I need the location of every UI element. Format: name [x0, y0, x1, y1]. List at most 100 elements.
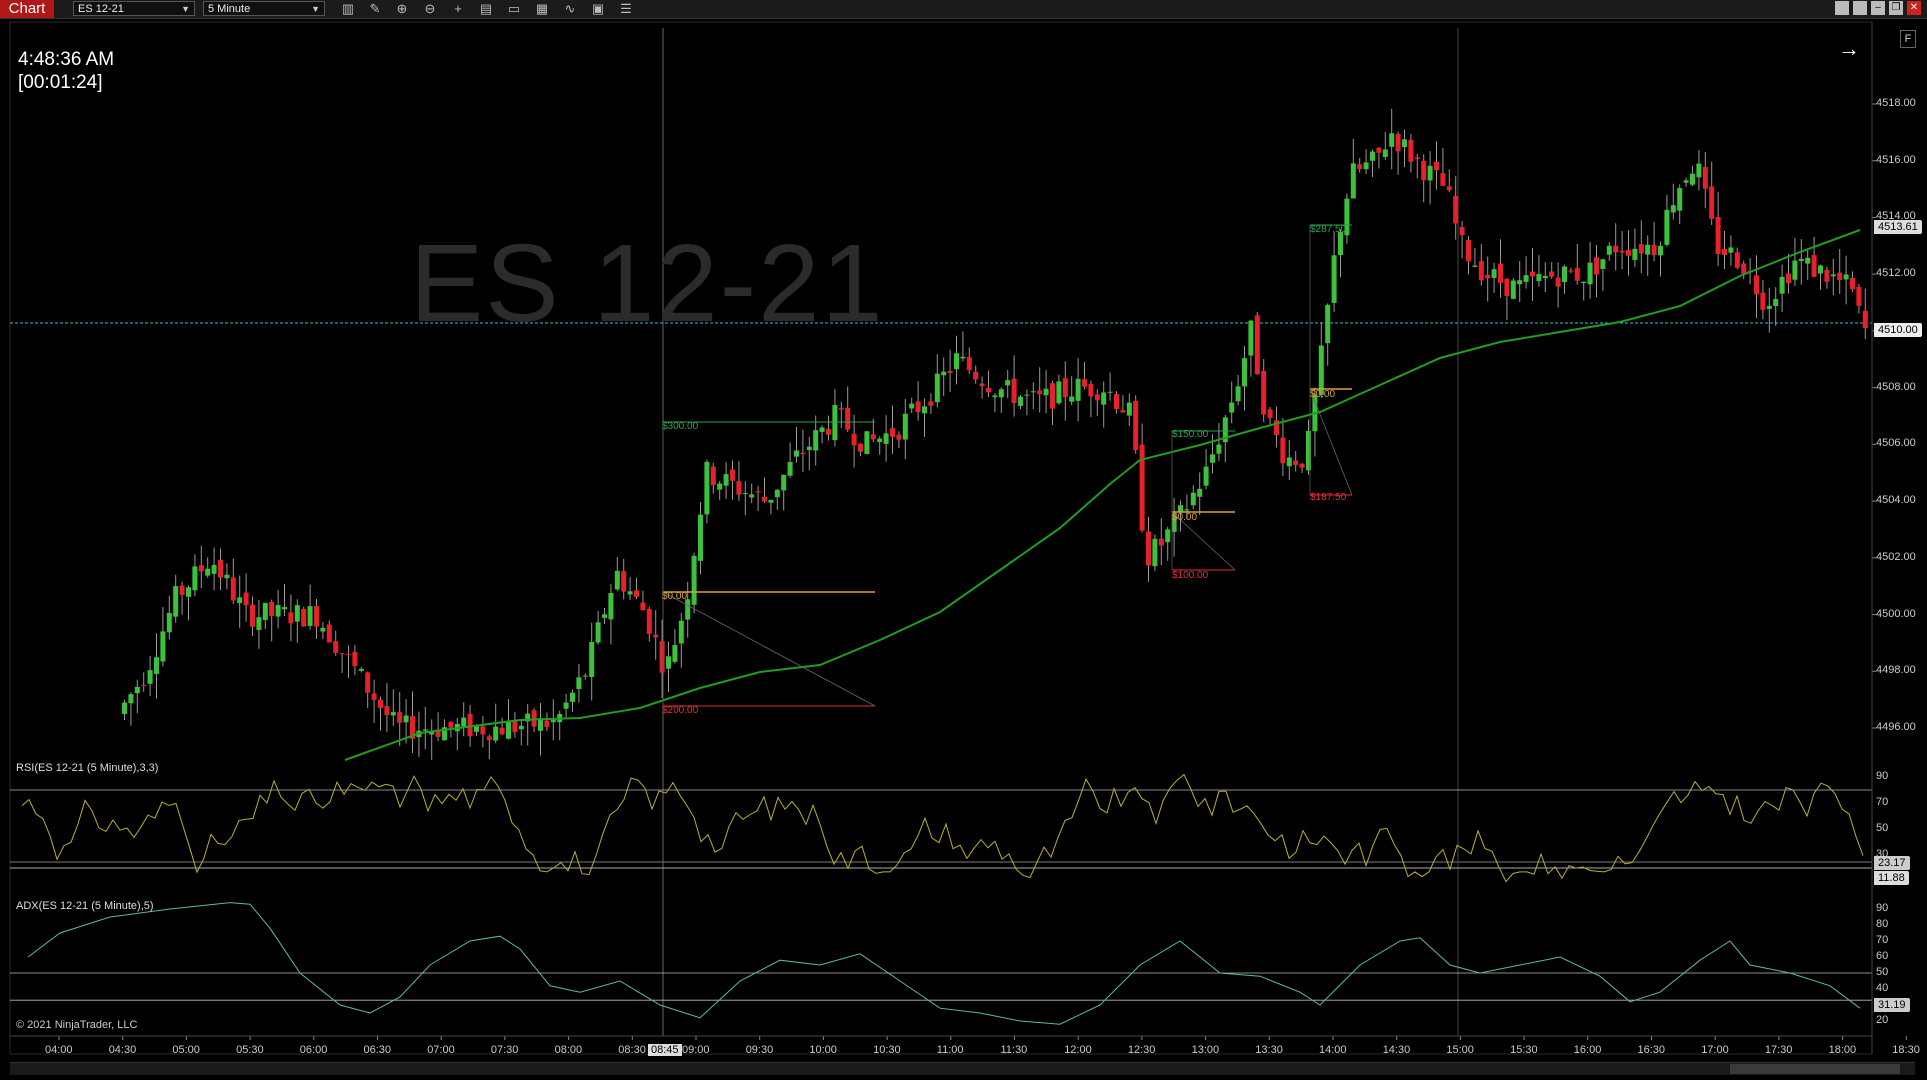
candle-body	[1286, 457, 1292, 467]
candle-body	[1786, 273, 1791, 284]
candle-body	[909, 403, 915, 409]
candle-body	[1568, 270, 1574, 272]
candle-body	[1792, 260, 1798, 280]
price-tick-label: 4504.00	[1876, 494, 1916, 507]
candle-body	[1504, 278, 1510, 296]
candle-body	[378, 699, 383, 708]
time-tick-label: 16:00	[1573, 1044, 1602, 1056]
candle-body	[314, 606, 319, 627]
rsi-tick-label: 50	[1876, 822, 1889, 834]
rr-diagonal	[1309, 388, 1353, 496]
copyright-label: © 2021 NinjaTrader, LLC	[16, 1019, 138, 1031]
candle-body	[666, 656, 671, 669]
candle-body	[531, 710, 537, 727]
candle-body	[1594, 257, 1599, 275]
adx-panel-label: ADX(ES 12-21 (5 Minute),5)	[16, 900, 154, 912]
candle-body	[1555, 277, 1561, 287]
candle-body	[1338, 232, 1343, 256]
candle-body	[1453, 195, 1459, 224]
time-tick-label: 09:30	[745, 1044, 774, 1056]
rsi-tick-label: 90	[1876, 770, 1889, 782]
time-tick-label: 08:00	[554, 1044, 583, 1056]
candle-body	[832, 405, 838, 441]
candle-body	[1581, 281, 1587, 284]
candle-body	[627, 591, 633, 595]
candle-body	[250, 604, 255, 627]
current-time: 4:48:36 AM	[18, 49, 115, 70]
candle-body	[755, 491, 761, 493]
candle-body	[902, 413, 908, 440]
scroll-thumb[interactable]	[1730, 1064, 1900, 1074]
candle-body	[230, 577, 236, 601]
candle-body	[1434, 161, 1439, 171]
candle-body	[794, 450, 799, 457]
candle-body	[934, 373, 940, 403]
candle-body	[1165, 529, 1171, 543]
candle-body	[1030, 391, 1036, 393]
time-tick-label: 04:00	[45, 1044, 73, 1056]
rsi-panel-label: RSI(ES 12-21 (5 Minute),3,3)	[16, 762, 159, 774]
candle-body	[1318, 345, 1324, 395]
candle-body	[1267, 409, 1273, 418]
time-tick-label: 12:30	[1127, 1044, 1156, 1056]
time-tick-label: 05:00	[172, 1044, 200, 1056]
candle-body	[1082, 379, 1087, 387]
candle-body	[1709, 186, 1715, 219]
candle-body	[499, 727, 505, 735]
candle-body	[877, 438, 883, 443]
candle-body	[320, 627, 326, 632]
candle-body	[122, 702, 127, 714]
adx-tick-label: 60	[1876, 950, 1889, 962]
horizontal-scrollbar[interactable]	[10, 1062, 1915, 1075]
candle-body	[1242, 358, 1247, 387]
rr-entry-1: $0.00	[662, 591, 688, 602]
candle-body	[1542, 275, 1548, 279]
candle-body	[1229, 402, 1235, 413]
candle-body	[1850, 277, 1855, 290]
candle-body	[1088, 384, 1094, 397]
arrow-right-icon[interactable]: →	[1838, 36, 1860, 62]
candle-body	[1498, 263, 1503, 283]
time-tick-label: 06:00	[299, 1044, 328, 1056]
candle-body	[589, 641, 595, 677]
clock-display: 4:48:36 AM [00:01:24]	[18, 48, 114, 94]
candle-body	[1702, 166, 1708, 189]
candle-body	[966, 357, 972, 371]
adx-tick-label: 70	[1876, 934, 1889, 946]
candle-body	[1254, 315, 1260, 375]
candle-body	[1421, 160, 1427, 181]
price-tick-label: 4498.00	[1876, 664, 1916, 677]
candle-body	[749, 494, 755, 498]
candle-body	[218, 559, 223, 578]
candle-body	[1133, 400, 1139, 450]
candle-body	[205, 568, 211, 576]
candle-body	[813, 430, 819, 451]
candle-body	[1152, 538, 1158, 567]
candle-body	[1184, 509, 1190, 511]
price-tick-label: 4516.00	[1876, 153, 1916, 166]
candle-body	[659, 641, 665, 673]
candle-body	[1062, 378, 1068, 398]
time-tick-label: 11:00	[936, 1044, 964, 1056]
candle-body	[634, 590, 639, 597]
candle-body	[1363, 162, 1369, 170]
candle-body	[1248, 320, 1254, 356]
candle-body	[653, 634, 659, 638]
rr-target-2: $150.00	[1172, 429, 1209, 440]
candle-body	[838, 408, 844, 410]
chart-canvas[interactable]	[0, 0, 1927, 1080]
candle-body	[1478, 261, 1484, 281]
candle-body	[1069, 396, 1075, 402]
candle-body	[1235, 386, 1241, 402]
candle-body	[1024, 394, 1030, 396]
candle-body	[1830, 274, 1836, 277]
candle-body	[845, 407, 851, 430]
candle-body	[1299, 463, 1305, 468]
f-button[interactable]: F	[1900, 30, 1916, 48]
candle-body	[1632, 248, 1638, 260]
candle-body	[1107, 391, 1113, 393]
time-tick-label: 11:30	[1000, 1044, 1028, 1056]
candle-body	[1203, 466, 1209, 486]
candle-body	[243, 592, 249, 606]
candle-body	[1837, 272, 1843, 281]
